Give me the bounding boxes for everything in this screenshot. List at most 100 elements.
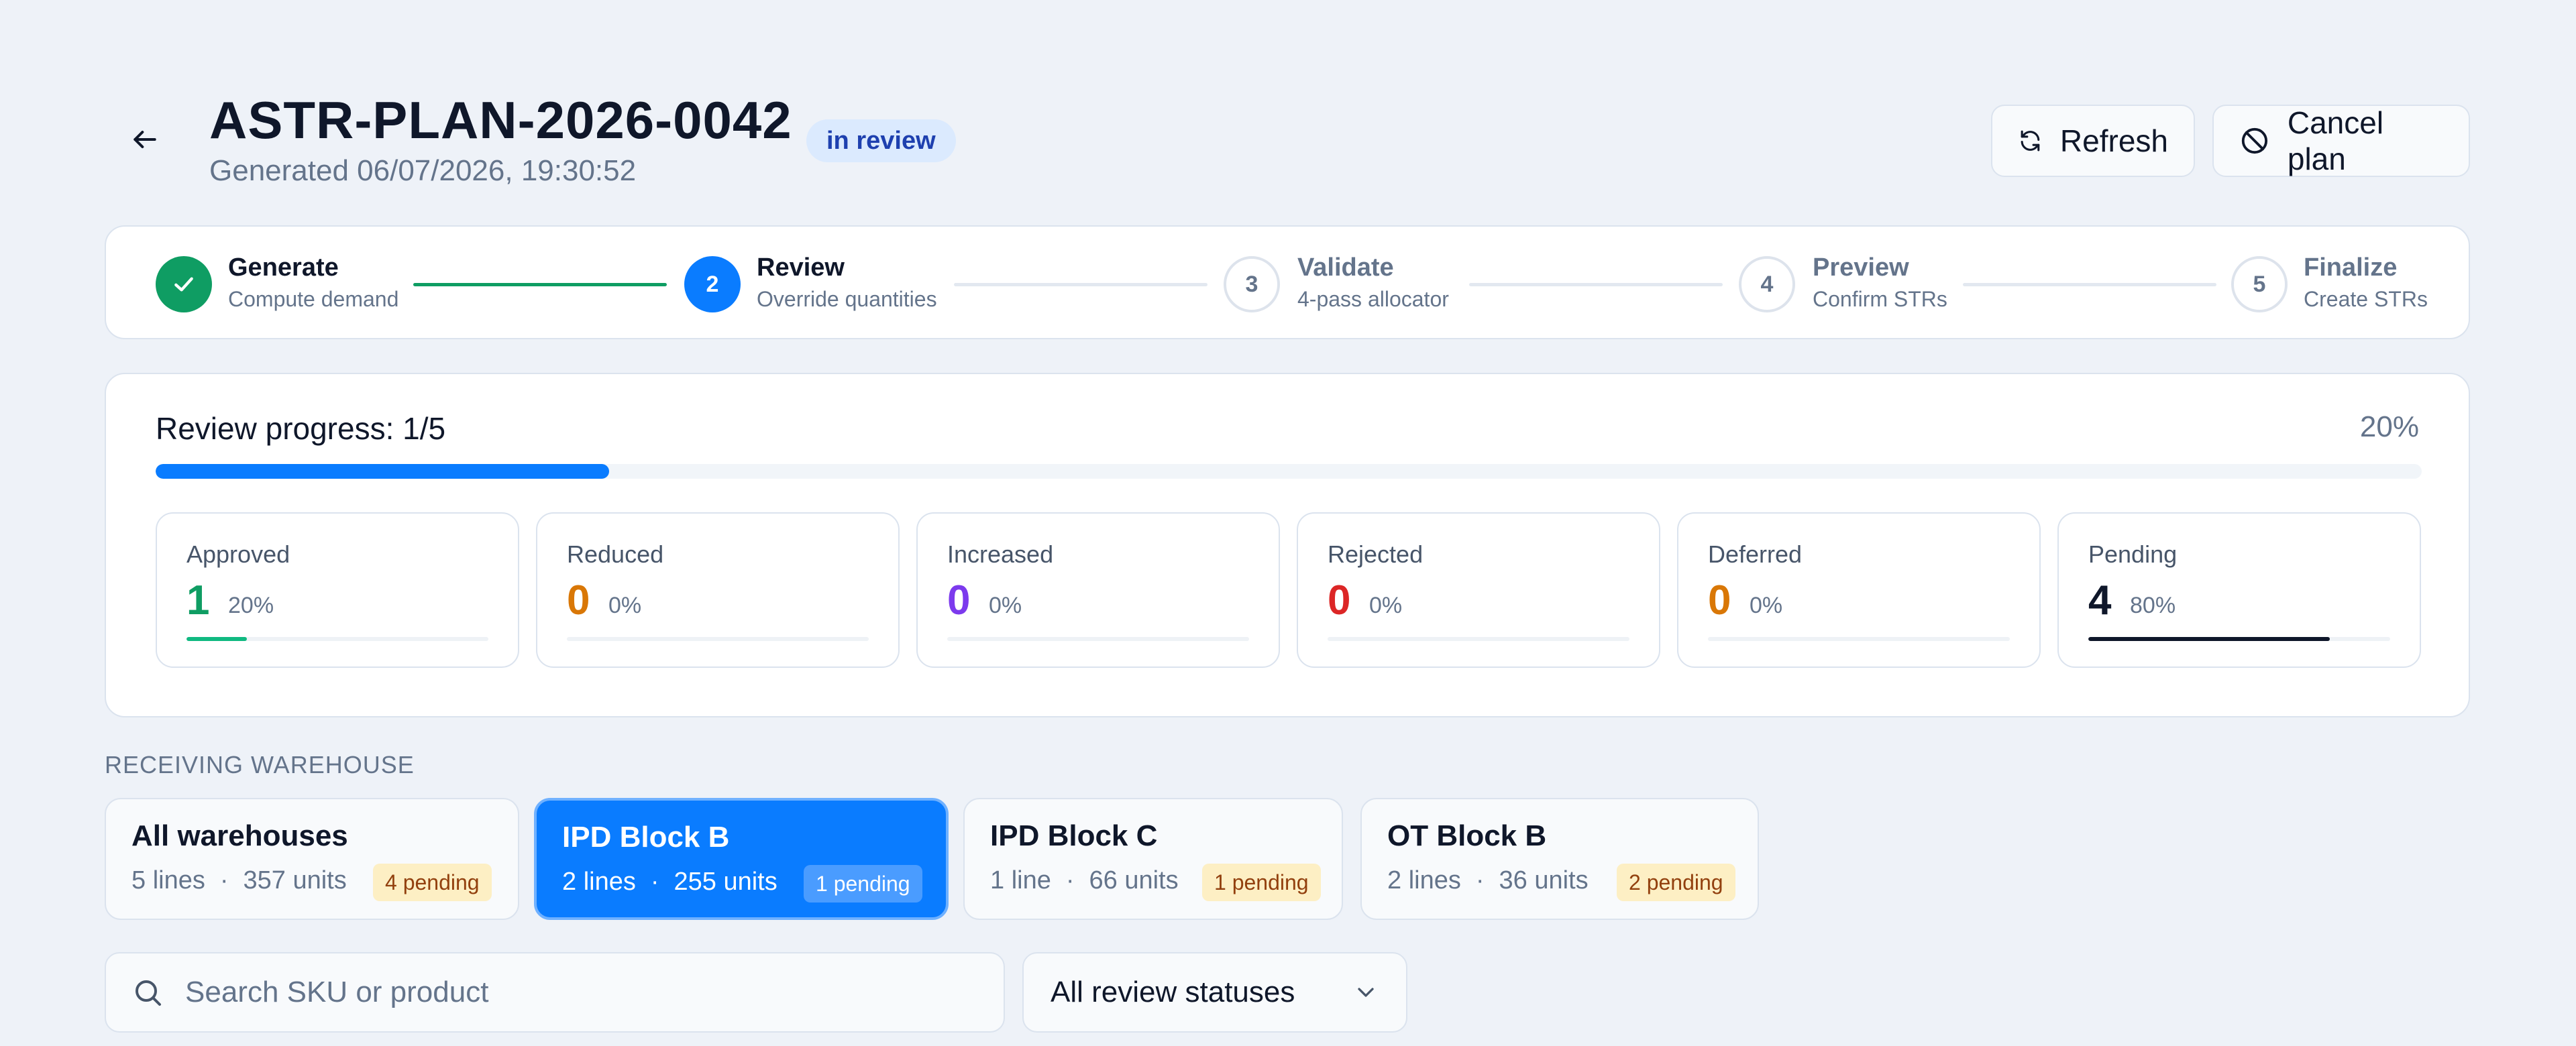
- stat-value: 0: [1708, 577, 1731, 624]
- separator: ·: [650, 868, 659, 896]
- pending-badge: 4 pending: [373, 864, 492, 901]
- step-finalize-circle: 5: [2231, 256, 2288, 312]
- step-validate-sub: 4-pass allocator: [1297, 287, 1449, 311]
- warehouse-name: IPD Block B: [562, 821, 730, 854]
- warehouse-meta: 2 lines · 255 units: [562, 868, 777, 896]
- stat-value: 0: [1328, 577, 1351, 624]
- step-review-sub: Override quantities: [757, 287, 937, 311]
- step-finalize-sub: Create STRs: [2304, 287, 2428, 311]
- review-progress-percent: 20%: [2359, 410, 2419, 443]
- stat-percent: 20%: [228, 593, 274, 618]
- stat-value: 0: [947, 577, 971, 624]
- stat-bar: [1328, 637, 1629, 641]
- search-icon: [136, 980, 161, 1006]
- warehouse-name: IPD Block C: [990, 819, 1158, 852]
- stat-bar-fill: [2088, 637, 2330, 641]
- warehouse-units: 357 units: [243, 866, 347, 894]
- pending-badge: 2 pending: [1617, 864, 1735, 901]
- stat-value: 4: [2088, 577, 2112, 624]
- review-progress-fill: [156, 464, 609, 479]
- warehouse-lines: 2 lines: [1387, 866, 1461, 894]
- review-status-select[interactable]: All review statuses: [1022, 952, 1407, 1033]
- step-validate-circle: 3: [1224, 256, 1280, 312]
- step-preview-circle: 4: [1739, 256, 1795, 312]
- back-button[interactable]: [123, 118, 166, 161]
- stat-label: Approved: [186, 540, 290, 568]
- check-icon: [174, 277, 193, 292]
- warehouse-card-ot-block-b[interactable]: OT Block B 2 lines · 36 units 2 pending: [1360, 798, 1759, 920]
- stat-value: 1: [186, 577, 210, 624]
- warehouse-name: All warehouses: [131, 819, 348, 852]
- warehouse-lines: 5 lines: [131, 866, 205, 894]
- step-connector: [413, 283, 667, 286]
- stat-label: Reduced: [567, 540, 664, 568]
- stat-percent: 0%: [1750, 593, 1783, 618]
- step-generate-label: Generate: [228, 253, 339, 282]
- stat-bar: [1708, 637, 2010, 641]
- review-progress-label: Review progress: 1/5: [156, 411, 446, 446]
- stat-bar: [186, 637, 488, 641]
- search-box[interactable]: [105, 952, 1005, 1033]
- plan-page: ASTR-PLAN-2026-0042 in review Generated …: [0, 0, 2576, 1046]
- step-preview-label: Preview: [1813, 253, 1909, 282]
- review-progress-bar: [156, 464, 2422, 479]
- warehouse-lines: 1 line: [990, 866, 1051, 894]
- refresh-label: Refresh: [2059, 123, 2168, 158]
- refresh-icon: [2021, 130, 2040, 152]
- stat-label: Deferred: [1708, 540, 1803, 568]
- warehouse-meta: 2 lines · 36 units: [1387, 866, 1589, 895]
- stat-deferred: Deferred 0 0%: [1677, 512, 2041, 668]
- cancel-plan-button[interactable]: Cancel plan: [2212, 105, 2470, 177]
- stat-rejected: Rejected 0 0%: [1297, 512, 1660, 668]
- search-input[interactable]: [184, 975, 924, 1010]
- stat-percent: 0%: [989, 593, 1022, 618]
- stat-bar: [567, 637, 869, 641]
- stat-bar: [2088, 637, 2390, 641]
- step-finalize-label: Finalize: [2304, 253, 2398, 282]
- step-review-label: Review: [757, 253, 845, 282]
- pending-badge: 1 pending: [804, 865, 922, 903]
- warehouse-units: 66 units: [1089, 866, 1179, 894]
- stat-percent: 0%: [608, 593, 642, 618]
- section-label-receiving-warehouse: RECEIVING WAREHOUSE: [105, 751, 415, 778]
- cancel-plan-label: Cancel plan: [2287, 105, 2384, 176]
- ban-icon: [2241, 127, 2268, 154]
- step-review-circle: 2: [684, 256, 741, 312]
- review-progress-card: Review progress: 1/5 20% Approved 1 20% …: [105, 373, 2470, 717]
- stat-label: Rejected: [1328, 540, 1424, 568]
- warehouse-lines: 2 lines: [562, 868, 636, 896]
- separator: ·: [219, 866, 229, 894]
- stat-label: Increased: [947, 540, 1054, 568]
- pending-badge: 1 pending: [1202, 864, 1321, 901]
- step-connector: [1963, 283, 2216, 286]
- generated-timestamp: Generated 06/07/2026, 19:30:52: [209, 154, 637, 187]
- stat-pending: Pending 4 80%: [2057, 512, 2421, 668]
- warehouse-units: 255 units: [674, 868, 777, 896]
- status-badge: in review: [806, 119, 956, 162]
- separator: ·: [1475, 866, 1485, 894]
- stat-percent: 0%: [1369, 593, 1403, 618]
- step-preview-sub: Confirm STRs: [1813, 287, 1947, 311]
- page-title: ASTR-PLAN-2026-0042: [209, 91, 792, 150]
- warehouse-units: 36 units: [1499, 866, 1589, 894]
- warehouse-card-ipd-block-b[interactable]: IPD Block B 2 lines · 255 units 1 pendin…: [534, 798, 949, 920]
- step-generate-check: [156, 256, 212, 312]
- stat-value: 0: [567, 577, 590, 624]
- step-connector: [954, 283, 1208, 286]
- warehouse-card-all[interactable]: All warehouses 5 lines · 357 units 4 pen…: [105, 798, 519, 920]
- refresh-button[interactable]: Refresh: [1991, 105, 2195, 177]
- step-connector: [1469, 283, 1723, 286]
- warehouse-meta: 5 lines · 357 units: [131, 866, 347, 895]
- stat-approved: Approved 1 20%: [156, 512, 519, 668]
- stat-bar: [947, 637, 1249, 641]
- warehouse-card-ipd-block-c[interactable]: IPD Block C 1 line · 66 units 1 pending: [963, 798, 1343, 920]
- chevron-down-icon: [1358, 988, 1374, 997]
- stat-percent: 80%: [2130, 593, 2176, 618]
- separator: ·: [1065, 866, 1075, 894]
- step-generate-sub: Compute demand: [228, 287, 399, 311]
- warehouse-name: OT Block B: [1387, 819, 1547, 852]
- stat-bar-fill: [186, 637, 247, 641]
- review-status-value: All review statuses: [1051, 976, 1295, 1008]
- stat-label: Pending: [2088, 540, 2178, 568]
- step-validate-label: Validate: [1297, 253, 1394, 282]
